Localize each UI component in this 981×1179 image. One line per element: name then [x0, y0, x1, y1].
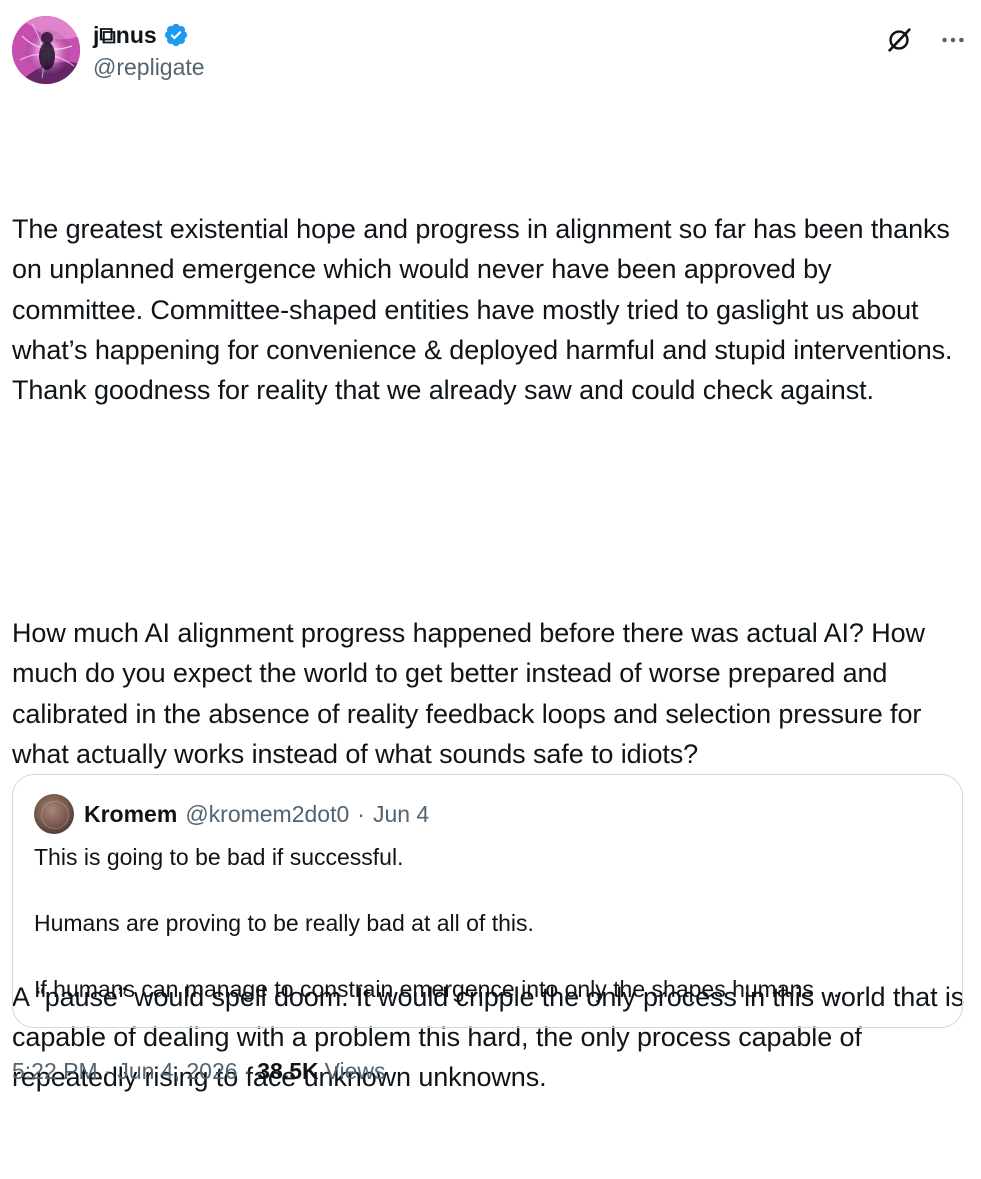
quoted-line-gap — [34, 874, 944, 907]
author-names: j⧉nus @repligate — [93, 20, 205, 81]
quoted-line: If humans can manage to constrain emerge… — [34, 976, 840, 1002]
tweet-header: j⧉nus @repligate — [12, 16, 969, 88]
tweet-time[interactable]: 5:22 PM — [12, 1058, 98, 1085]
tweet-paragraph: How much AI alignment progress happened … — [12, 617, 933, 770]
display-name-row: j⧉nus — [93, 20, 205, 50]
author-display-name[interactable]: j⧉nus — [93, 22, 157, 49]
quoted-date[interactable]: Jun 4 — [373, 801, 429, 828]
quoted-separator: · — [357, 800, 365, 827]
tweet: j⧉nus @repligate The greatest existentia… — [12, 16, 969, 1179]
quoted-author-avatar[interactable] — [34, 794, 74, 834]
header-actions — [883, 24, 969, 56]
author-avatar[interactable] — [12, 16, 80, 84]
quoted-line-gap — [34, 940, 944, 973]
grok-icon[interactable] — [883, 24, 915, 56]
views-count: 38.5K — [257, 1058, 319, 1084]
quoted-line: This is going to be bad if successful. — [34, 844, 404, 870]
tweet-meta: 5:22 PM · Jun 4, 2026 · 38.5K Views — [12, 1058, 386, 1085]
meta-separator: · — [243, 1058, 252, 1084]
quoted-line: Humans are proving to be really bad at a… — [34, 910, 534, 936]
more-horizontal-icon[interactable] — [937, 24, 969, 56]
views-label: Views — [324, 1058, 386, 1084]
quoted-tweet[interactable]: Kromem @kromem2dot0 · Jun 4 This is goin… — [12, 774, 963, 1028]
quoted-tweet-text: This is going to be bad if successful. H… — [34, 841, 944, 1006]
verified-badge-icon[interactable] — [163, 22, 189, 48]
quoted-author-display-name[interactable]: Kromem — [84, 801, 177, 828]
tweet-date[interactable]: Jun 4, 2026 — [117, 1058, 237, 1085]
quoted-author-handle[interactable]: @kromem2dot0 — [185, 801, 349, 828]
meta-separator: · — [103, 1058, 112, 1084]
author-handle[interactable]: @repligate — [93, 54, 205, 81]
tweet-paragraph: The greatest existential hope and progre… — [12, 213, 960, 406]
quoted-tweet-header: Kromem @kromem2dot0 · Jun 4 — [34, 794, 429, 834]
avatar-art-icon — [12, 16, 80, 84]
